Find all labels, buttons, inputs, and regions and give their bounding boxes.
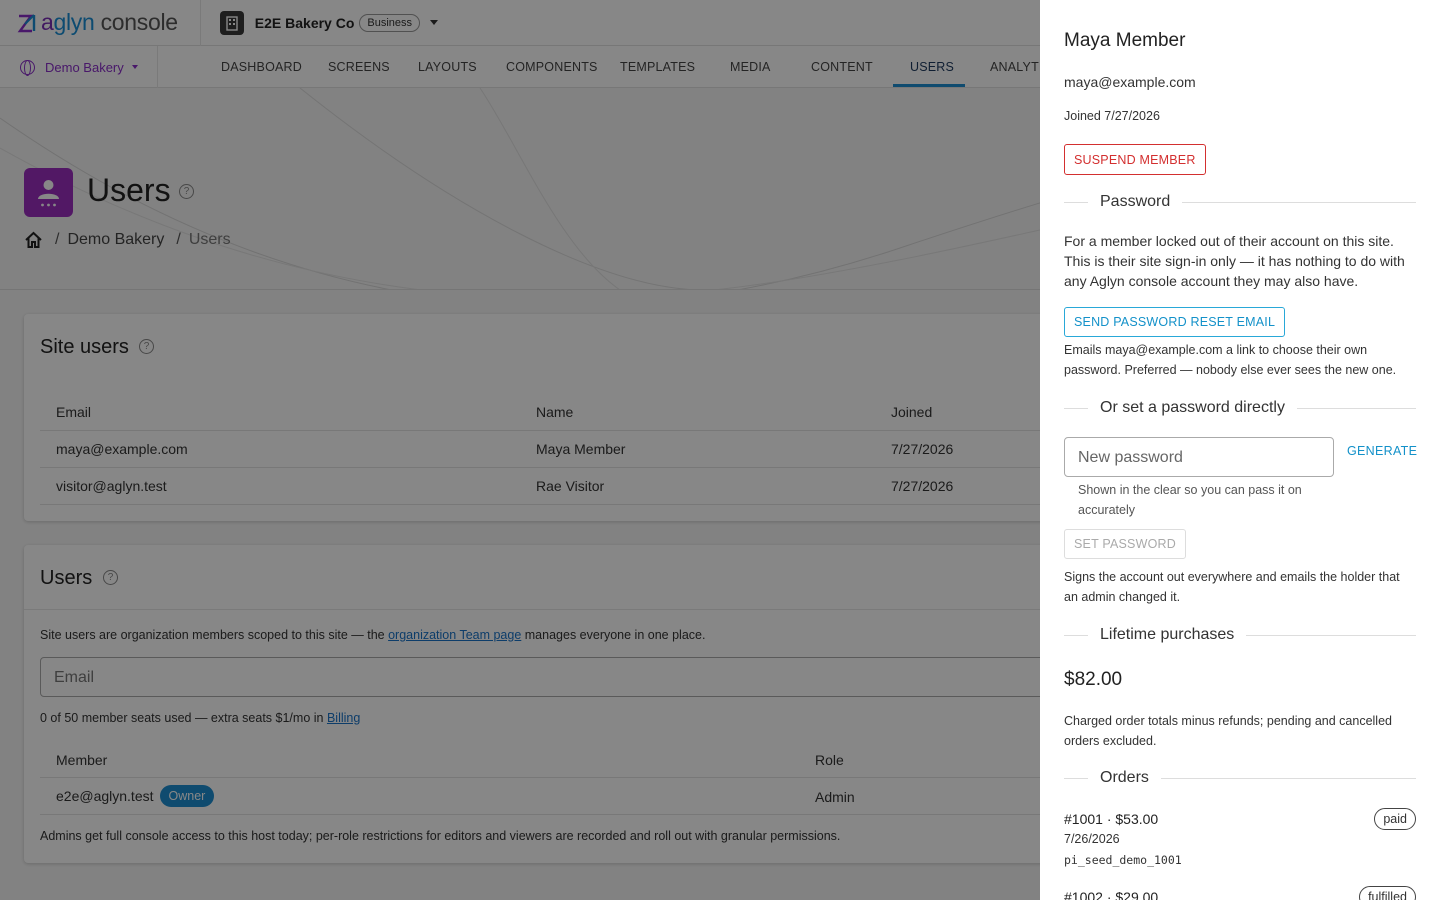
order-status-badge: fulfilled <box>1359 886 1416 900</box>
member-name: Maya Member <box>1064 30 1186 51</box>
password-section-divider: Password <box>1064 192 1416 212</box>
lifetime-heading: Lifetime purchases <box>1100 626 1235 643</box>
lifetime-description: Charged order totals minus refunds; pend… <box>1064 714 1392 748</box>
order-status-badge: paid <box>1374 808 1416 830</box>
order-summary[interactable]: #1001 · $53.00 <box>1064 811 1158 827</box>
lifetime-divider: Lifetime purchases <box>1064 625 1416 645</box>
send-reset-email-button[interactable]: SEND PASSWORD RESET EMAIL <box>1064 307 1286 337</box>
member-email: maya@example.com <box>1064 74 1196 90</box>
set-password-button[interactable]: SET PASSWORD <box>1064 529 1186 559</box>
orders-heading: Orders <box>1100 769 1149 786</box>
orders-divider: Orders <box>1064 768 1416 788</box>
reset-email-description: Emails maya@example.com a link to choose… <box>1064 343 1397 377</box>
order-date: 7/26/2026 <box>1064 832 1120 846</box>
lifetime-amount: $82.00 <box>1064 669 1123 690</box>
direct-password-divider: Or set a password directly <box>1064 398 1416 418</box>
new-password-input[interactable]: New password <box>1064 437 1334 477</box>
member-joined: Joined 7/27/2026 <box>1064 109 1160 123</box>
generate-password-button[interactable]: GENERATE <box>1347 444 1417 458</box>
member-detail-drawer: Maya Member maya@example.com Joined 7/27… <box>1040 0 1440 900</box>
password-field-hint: Shown in the clear so you can pass it on… <box>1078 483 1302 517</box>
direct-password-heading: Or set a password directly <box>1100 399 1285 416</box>
password-heading: Password <box>1100 193 1171 210</box>
suspend-member-button[interactable]: SUSPEND MEMBER <box>1064 144 1206 175</box>
order-payment-ref: pi_seed_demo_1001 <box>1064 853 1182 867</box>
set-password-description: Signs the account out everywhere and ema… <box>1064 570 1400 604</box>
order-summary[interactable]: #1002 · $29.00 <box>1064 889 1158 900</box>
password-description: For a member locked out of their account… <box>1064 233 1405 289</box>
